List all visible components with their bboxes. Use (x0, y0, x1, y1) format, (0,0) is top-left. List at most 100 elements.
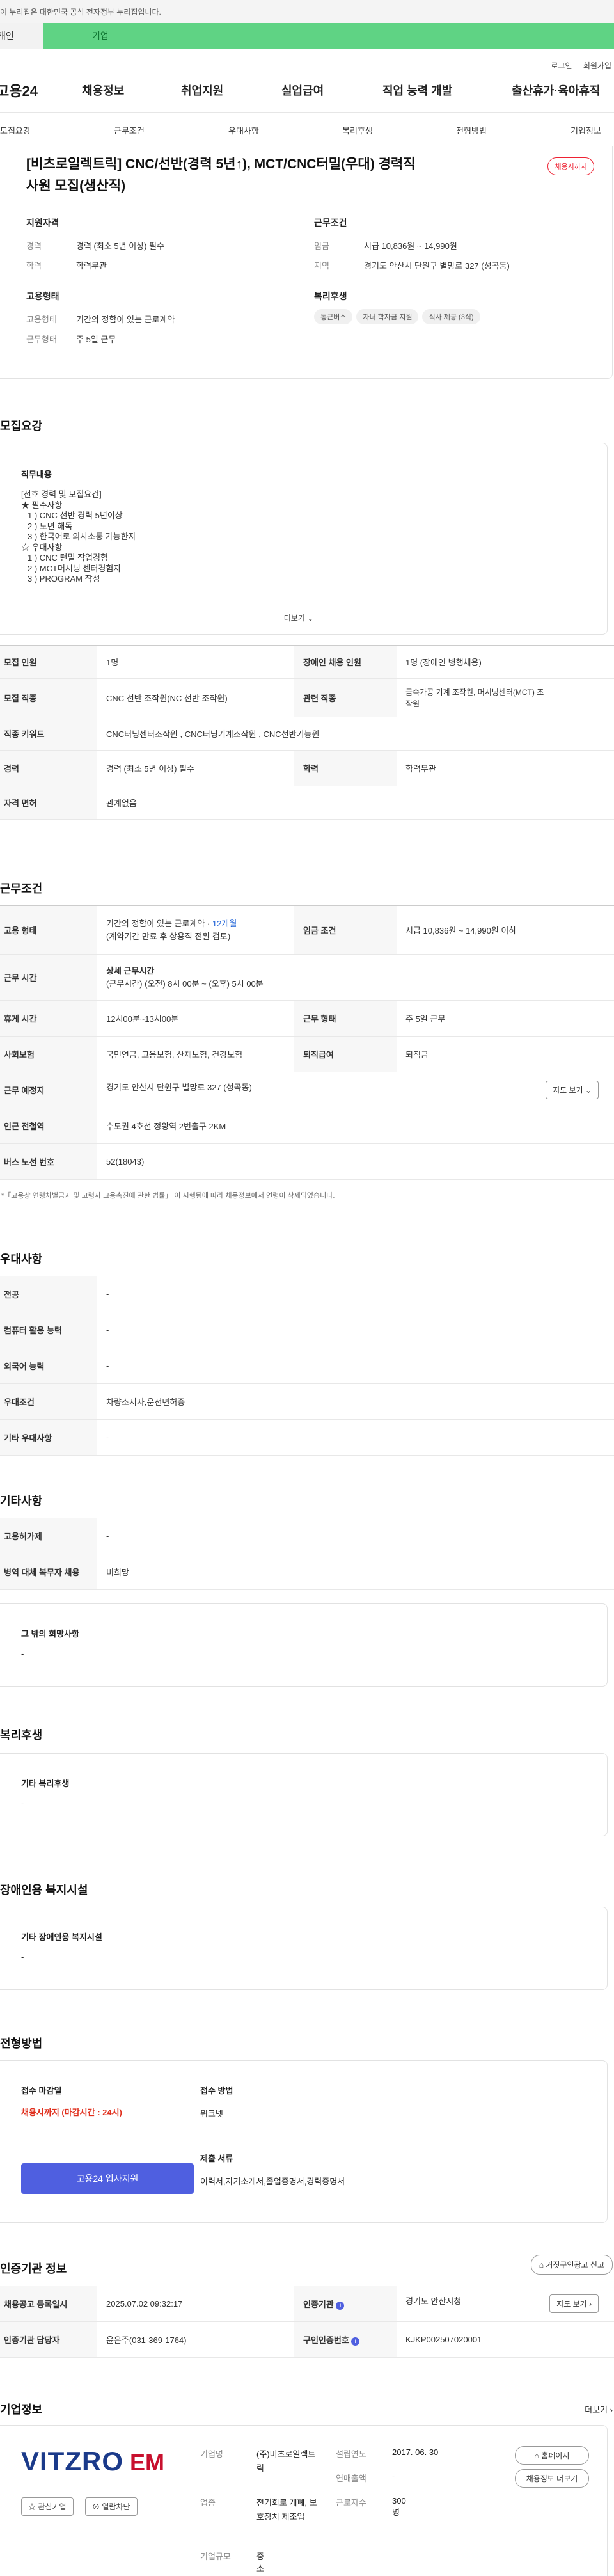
tab-enterprise-label: 기업 (92, 31, 109, 41)
cell-value: 기간의 정함이 있는 근로계약 · 12개월 (계약기간 만료 후 상용직 전환 … (97, 905, 294, 955)
docs-title: 제출 서류 (200, 2154, 233, 2163)
subnav-preferences[interactable]: 우대사항 (228, 124, 259, 136)
table-row: 근무 시간 상세 근무시간 (근무시간) (오전) 8시 00분 ~ (오후) 5… (0, 954, 614, 1001)
cell-value: 52(18043) (97, 1143, 614, 1180)
etc-wish-value: - (21, 1649, 24, 1658)
qual-key: 경력 (26, 241, 42, 251)
cell-header: 근무 형태 (294, 1000, 397, 1037)
nav-parental-leave[interactable]: 출산휴가·육아휴직 (512, 82, 600, 99)
duty-title: 직무내용 (21, 470, 52, 479)
duty-more-label: 더보기 (283, 614, 305, 623)
welfare-box-title: 기타 복리후생 (21, 1779, 70, 1788)
table-row: 인근 전철역 수도권 4호선 정왕역 2번출구 2KM (0, 1108, 614, 1144)
company-value: (주)비츠로일렉트릭 (256, 2449, 316, 2473)
etc-wish-title: 그 밖의 희망사항 (21, 1629, 79, 1639)
company-more-link[interactable]: 더보기 › (585, 2403, 613, 2415)
star-icon: ☆ (28, 2502, 36, 2511)
tab-enterprise[interactable]: 기업 (43, 23, 614, 49)
employment-title: 고용형태 (26, 291, 59, 301)
block-icon: ⊘ (92, 2502, 100, 2511)
cell-header: 휴게 시간 (0, 1000, 97, 1037)
cell-value: - (97, 1276, 614, 1312)
job-title-line2: 사원 모집(생산직) (26, 179, 126, 193)
cell-header: 고용허가제 (0, 1518, 97, 1554)
table-row: 컴퓨터 활용 능력 - (0, 1312, 614, 1348)
process-section-title: 전형방법 (0, 2037, 43, 2050)
related-job-line: 금속가공 기계 조작원, 머시닝센터(MCT) 조 (405, 687, 544, 697)
etc-table: 고용허가제 - 병역 대체 복무자 채용 비희망 (0, 1518, 614, 1590)
report-button-label: 거짓구인광고 신고 (546, 2261, 604, 2270)
company-value: 300명 (392, 2496, 406, 2517)
cell-value: 1명 (장애인 병행채용) (397, 645, 614, 679)
cell-header: 직종 키워드 (0, 717, 97, 751)
cell-header: 외국어 능력 (0, 1348, 97, 1384)
duty-line: [선호 경력 및 모집요건] (21, 489, 102, 499)
table-row: 모집 인원 1명 장애인 채용 인원 1명 (장애인 병행채용) (0, 645, 614, 679)
recruit-table: 모집 인원 1명 장애인 채용 인원 1명 (장애인 병행채용) 모집 직종 C… (0, 645, 614, 820)
work-value: 경기도 안산시 단원구 별망로 327 (성곡동) (364, 261, 510, 271)
section-nav: 모집요강 근무조건 우대사항 복리후생 전형방법 기업정보 (0, 113, 614, 148)
cell-value: 경기도 안산시청 지도 보기 › (397, 2286, 614, 2322)
method-title: 접수 방법 (200, 2086, 233, 2095)
info-icon[interactable]: i (351, 2337, 360, 2346)
welfare-chip: 자녀 학자금 지원 (356, 309, 419, 324)
job-title: [비츠로일렉트릭] CNC/선반(경력 5년↑), MCT/CNC터밀(우대) … (26, 154, 416, 197)
info-icon[interactable]: i (336, 2302, 345, 2310)
duty-more-button[interactable]: 더보기 ⌄ (0, 600, 607, 634)
site-logo[interactable]: 고용24 (0, 80, 78, 100)
login-link[interactable]: 로그인 (551, 61, 572, 70)
favorite-company-button[interactable]: ☆ 관심기업 (21, 2497, 74, 2516)
cell-header: 인증기관 i (294, 2286, 397, 2322)
cell-value: 12시00분~13시00분 (97, 1000, 294, 1037)
cell-value: 경력 (최소 5년 이상) 필수 (97, 750, 294, 786)
cell-header: 전공 (0, 1276, 97, 1312)
disability-box: 기타 장애인용 복지시설 - (0, 1907, 608, 1990)
homepage-button[interactable]: ⌂ 홈페이지 (515, 2446, 589, 2465)
cell-value: 국민연금, 고용보험, 산재보험, 건강보험 (97, 1036, 294, 1072)
duty-line: 2 ) MCT머시닝 센터경험자 (28, 563, 122, 573)
nav-unemployment[interactable]: 실업급여 (281, 82, 324, 99)
subnav-process[interactable]: 전형방법 (456, 124, 487, 136)
process-box: 접수 마감일 채용시까지 (마감시간 : 24시) 고용24 입사지원 접수 방… (0, 2060, 608, 2223)
qual-value: 경력 (최소 5년 이상) 필수 (76, 241, 164, 251)
cert-map-button[interactable]: 지도 보기 › (549, 2294, 599, 2313)
apply-button[interactable]: 고용24 입사지원 (21, 2163, 194, 2194)
subnav-company[interactable]: 기업정보 (571, 124, 601, 136)
cell-value: KJKP002507020001 (397, 2321, 614, 2358)
company-jobs-button[interactable]: 채용정보 더보기 (515, 2469, 589, 2488)
subnav-recruit[interactable]: 모집요강 (0, 124, 31, 136)
block-view-button[interactable]: ⊘ 열람차단 (85, 2497, 138, 2516)
disability-box-value: - (21, 1952, 24, 1962)
table-row: 전공 - (0, 1276, 614, 1312)
subnav-conditions[interactable]: 근무조건 (114, 124, 145, 136)
company-section-title: 기업정보 (0, 2403, 43, 2416)
cell-header: 관련 직종 (294, 678, 397, 717)
subnav-welfare[interactable]: 복리후생 (342, 124, 373, 136)
nav-training[interactable]: 직업 능력 개발 (382, 82, 452, 99)
apply-button-label: 고용24 입사지원 (76, 2174, 139, 2184)
cert-table: 채용공고 등록일시 2025.07.02 09:32:17 인증기관 i 경기도… (0, 2286, 614, 2358)
company-value: 2017. 06. 30 (392, 2447, 439, 2457)
cell-value: 경기도 안산시 단원구 별망로 327 (성곡동) 지도 보기 ⌄ (97, 1072, 614, 1108)
table-row: 우대조건 차량소지자,운전면허증 (0, 1383, 614, 1420)
join-link[interactable]: 회원가입 (583, 61, 611, 70)
home-icon: ⌂ (534, 2451, 539, 2460)
cell-value: - (97, 1348, 614, 1384)
company-box: VITZRO EM ☆ 관심기업 ⊘ 열람차단 기업명 (주)비츠로일렉트릭 설립… (0, 2425, 608, 2576)
work-title: 근무조건 (314, 218, 347, 228)
cert-map-button-label: 지도 보기 (556, 2300, 587, 2309)
nav-jobs[interactable]: 채용정보 (82, 82, 124, 99)
map-button-label: 지도 보기 (553, 1086, 583, 1095)
table-row: 모집 직종 CNC 선반 조작원(NC 선반 조작원) 관련 직종 금속가공 기… (0, 678, 614, 717)
map-button[interactable]: 지도 보기 ⌄ (546, 1081, 599, 1099)
cell-header: 기타 우대사항 (0, 1419, 97, 1456)
nav-employment-support[interactable]: 취업지원 (181, 82, 223, 99)
workplace-address: 경기도 안산시 단원구 별망로 327 (성곡동) (106, 1083, 252, 1092)
gov-banner: 이 누리집은 대한민국 공식 전자정부 누리집입니다. (0, 0, 614, 23)
welfare-section-title: 복리후생 (0, 1729, 43, 1742)
chevron-right-icon: › (610, 2405, 613, 2415)
tab-personal[interactable]: 개인 (0, 23, 43, 49)
job-title-line1: [비츠로일렉트릭] CNC/선반(경력 5년↑), MCT/CNC터밀(우대) … (26, 157, 416, 171)
chevron-down-icon: ⌄ (585, 1086, 592, 1095)
report-button[interactable]: ⌂ 거짓구인광고 신고 (530, 2255, 613, 2275)
